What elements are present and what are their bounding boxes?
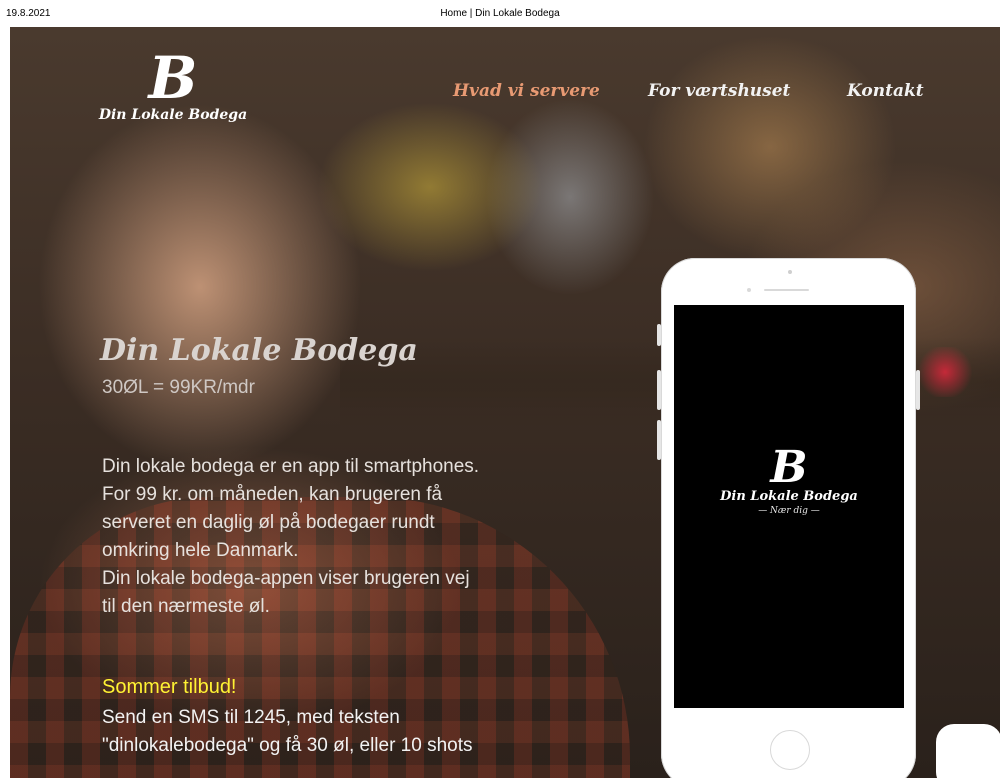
- phone-power-button: [916, 370, 920, 410]
- phone-screen-logo: B Din Lokale Bodega — Nær dig —: [674, 442, 904, 517]
- phone-mockup: B Din Lokale Bodega — Nær dig —: [657, 258, 920, 778]
- offer-line: Send en SMS til 1245, med teksten: [102, 707, 400, 728]
- phone-silent-switch: [657, 324, 661, 346]
- phone-speaker: [764, 289, 809, 291]
- description-line: omkring hele Danmark.: [102, 540, 299, 561]
- phone-camera: [788, 270, 792, 274]
- phone-screen-name: Din Lokale Bodega: [720, 489, 858, 504]
- description-line: serveret en daglig øl på bodegaer rundt: [102, 512, 435, 533]
- description-line: Din lokale bodega-appen viser brugeren v…: [102, 568, 470, 589]
- phone-home-button: [770, 730, 810, 770]
- description-line: For 99 kr. om måneden, kan brugeren få: [102, 484, 443, 505]
- offer-title: Sommer tilbud!: [102, 676, 237, 698]
- offer-text: Send en SMS til 1245, med teksten "dinlo…: [102, 704, 522, 760]
- phone-sensor: [747, 288, 751, 292]
- description-line: Din lokale bodega er en app til smartpho…: [102, 456, 480, 477]
- page-title: Din Lokale Bodega: [100, 333, 418, 368]
- logo-link[interactable]: B Din Lokale Bodega: [98, 47, 248, 123]
- hero-section: B Din Lokale Bodega Hvad vi servere For …: [10, 27, 1000, 778]
- description-line: til den nærmeste øl.: [102, 596, 270, 617]
- bodega-b-logo-icon: B: [770, 442, 808, 493]
- logo-text: Din Lokale Bodega: [98, 107, 248, 123]
- phone-screen: B Din Lokale Bodega — Nær dig —: [674, 305, 904, 708]
- price-text: 30ØL = 99KR/mdr: [102, 377, 255, 398]
- phone-screen-tagline: — Nær dig —: [758, 506, 820, 516]
- chat-widget-button[interactable]: [936, 724, 1000, 778]
- print-header: 19.8.2021 Home | Din Lokale Bodega: [0, 0, 1000, 27]
- nav-item-kontakt[interactable]: Kontakt: [847, 81, 924, 101]
- bodega-b-logo-icon: B: [148, 44, 198, 112]
- description: Din lokale bodega er en app til smartpho…: [102, 453, 522, 621]
- background-light: [915, 347, 975, 397]
- offer-line: "dinlokalebodega" og få 30 øl, eller 10 …: [102, 735, 473, 756]
- nav-item-for-vaertshuset[interactable]: For værtshuset: [648, 81, 790, 101]
- phone-volume-down: [657, 420, 661, 460]
- nav-item-hvad-vi-servere[interactable]: Hvad vi servere: [453, 81, 600, 101]
- phone-volume-up: [657, 370, 661, 410]
- print-title: Home | Din Lokale Bodega: [440, 8, 560, 19]
